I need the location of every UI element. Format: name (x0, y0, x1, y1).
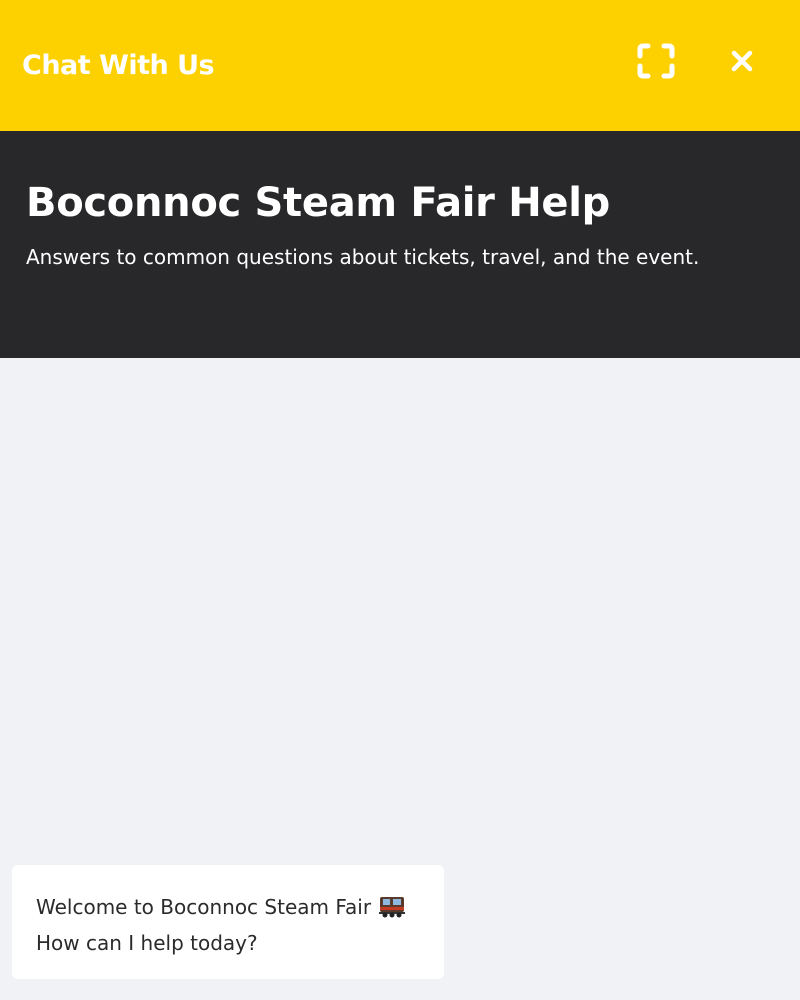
message-text-start: Welcome to Boconnoc Steam Fair (36, 895, 372, 919)
expand-icon (637, 43, 675, 79)
help-header: Boconnoc Steam Fair Help Answers to comm… (0, 131, 800, 358)
close-button[interactable] (722, 42, 762, 80)
chat-topbar: Chat With Us (0, 0, 800, 131)
steam-train-icon (379, 897, 406, 918)
chat-title: Chat With Us (22, 50, 215, 81)
help-title: Boconnoc Steam Fair Help (26, 180, 610, 226)
help-subtitle: Answers to common questions about ticket… (26, 245, 700, 269)
expand-button[interactable] (636, 42, 676, 80)
bot-message-bubble: Welcome to Boconnoc Steam Fair How can I… (12, 865, 444, 979)
message-text-end: How can I help today? (36, 931, 258, 955)
close-icon (731, 50, 753, 72)
message-area: Welcome to Boconnoc Steam Fair How can I… (0, 358, 800, 1000)
